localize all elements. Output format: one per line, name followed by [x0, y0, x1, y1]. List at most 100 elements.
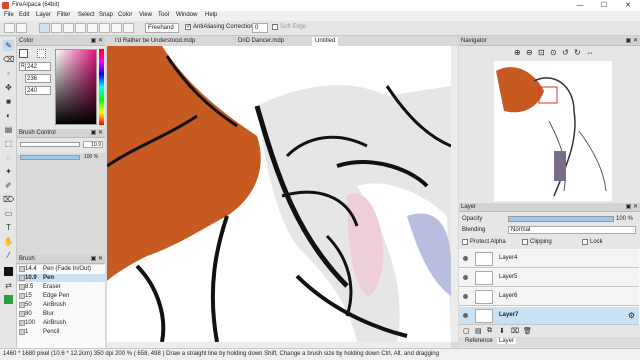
curve-icon[interactable] — [99, 23, 110, 33]
gradient-tool-icon[interactable]: ▤ — [3, 124, 14, 135]
select-pen-tool-icon[interactable]: ✐ — [3, 180, 14, 191]
menu-color[interactable]: Color — [118, 12, 132, 18]
stroke-mode-select[interactable]: Freehand — [145, 23, 179, 33]
new-layer-icon[interactable]: ▢ — [463, 327, 470, 335]
menu-edit[interactable]: Edit — [19, 12, 29, 18]
brush-item[interactable]: 80 Blur — [17, 310, 112, 318]
duplicate-layer-icon[interactable]: ⧉ — [487, 327, 492, 335]
minimize-button[interactable]: — — [568, 0, 592, 11]
brush-item[interactable]: 8.5 Eraser — [17, 283, 112, 291]
straight-line-icon[interactable] — [51, 23, 62, 33]
layer-row[interactable]: Layer6 — [459, 288, 639, 306]
tab-layer[interactable]: Layer — [497, 338, 517, 344]
navigator-preview[interactable] — [494, 61, 612, 201]
layer-row[interactable]: Layer5 — [459, 269, 639, 287]
ellipse-icon[interactable] — [75, 23, 86, 33]
fill-tool-icon[interactable]: ■ — [3, 96, 14, 107]
brush-item[interactable]: 1 Pencil — [17, 328, 112, 336]
select-tool-icon[interactable]: ⬚ — [3, 138, 14, 149]
antialias-icon[interactable] — [39, 23, 50, 33]
foreground-color-icon[interactable] — [3, 266, 14, 277]
menu-window[interactable]: Window — [176, 12, 197, 18]
layer-row[interactable]: Layer4 — [459, 250, 639, 268]
brush-size-slider[interactable] — [20, 142, 80, 147]
tab-doc-2[interactable]: DnD Dancer.mdp — [235, 37, 287, 46]
brush-item[interactable]: 100 AirBrush — [17, 319, 112, 327]
zoom-in-icon[interactable]: ⊕ — [514, 48, 521, 57]
color-r-field[interactable]: 242 — [25, 62, 51, 71]
brush-item[interactable]: 15 Edge Pen — [17, 292, 112, 300]
soft-edge-checkbox[interactable] — [272, 24, 278, 30]
zoom-out-icon[interactable]: ⊖ — [526, 48, 533, 57]
tab-reference[interactable]: Reference — [463, 338, 495, 344]
magic-wand-tool-icon[interactable]: ✦ — [3, 166, 14, 177]
move-tool-icon[interactable]: ✥ — [3, 82, 14, 93]
primary-color-swatch[interactable] — [19, 49, 28, 58]
dot-tool-icon[interactable]: ◦ — [3, 68, 14, 79]
hue-slider[interactable] — [99, 49, 104, 125]
close-button[interactable]: ✕ — [616, 0, 640, 11]
brush-size-value[interactable]: 10.9 — [83, 141, 103, 148]
lasso-tool-icon[interactable]: ◌ — [3, 152, 14, 163]
brush-mode-icon[interactable] — [4, 23, 15, 33]
menu-help[interactable]: Help — [205, 12, 217, 18]
clipping-checkbox[interactable] — [522, 239, 528, 245]
visibility-icon[interactable] — [463, 313, 468, 318]
fit-window-icon[interactable]: ⊡ — [538, 48, 545, 57]
merge-down-icon[interactable]: ⬇ — [499, 327, 505, 335]
menu-filter[interactable]: Filter — [57, 12, 70, 18]
menu-layer[interactable]: Layer — [36, 12, 51, 18]
visibility-icon[interactable] — [463, 256, 468, 261]
actual-size-icon[interactable]: ⊙ — [550, 48, 557, 57]
maximize-button[interactable]: ☐ — [592, 0, 616, 11]
text-tool-icon[interactable]: T — [3, 222, 14, 233]
pen-mode-icon[interactable] — [16, 23, 27, 33]
drawing-canvas[interactable] — [107, 46, 451, 342]
menu-view[interactable]: View — [139, 12, 152, 18]
brush-tool-icon[interactable]: ✎ — [3, 40, 14, 51]
color-b-field[interactable]: 240 — [25, 86, 51, 95]
brush-opacity-slider[interactable] — [20, 155, 80, 160]
visibility-icon[interactable] — [463, 275, 468, 280]
layer-settings-icon[interactable]: ⚙ — [628, 311, 635, 320]
rotate-left-icon[interactable]: ↺ — [562, 48, 569, 57]
canvas-vertical-scrollbar[interactable] — [451, 46, 458, 342]
blending-select[interactable]: Normal — [508, 226, 636, 234]
menu-file[interactable]: File — [4, 12, 14, 18]
layer-opacity-slider[interactable] — [508, 216, 614, 222]
new-folder-icon[interactable]: ▤ — [475, 327, 482, 335]
hand-tool-icon[interactable]: ✋ — [3, 236, 14, 247]
layer-row-selected[interactable]: Layer7 ⚙ — [459, 307, 639, 325]
menu-snap[interactable]: Snap — [99, 12, 113, 18]
color-green-icon[interactable] — [3, 294, 14, 305]
visibility-icon[interactable] — [463, 294, 468, 299]
tab-doc-1[interactable]: I'd Rather be Understood.mdp — [112, 37, 198, 46]
bucket-tool-icon[interactable]: ◐ — [3, 110, 14, 121]
rotate-right-icon[interactable]: ↻ — [574, 48, 581, 57]
bezier-icon[interactable] — [111, 23, 122, 33]
correction-select[interactable]: 0 — [252, 23, 268, 33]
tab-untitled[interactable]: Untitled — [312, 37, 339, 46]
flip-icon[interactable]: ⇔ — [586, 48, 594, 57]
divide-tool-icon[interactable]: ▭ — [3, 208, 14, 219]
select-eraser-tool-icon[interactable]: ⌦ — [3, 194, 14, 205]
rectangle-icon[interactable] — [87, 23, 98, 33]
color-saturation-square[interactable] — [55, 49, 97, 125]
transparent-color-swatch[interactable] — [37, 49, 46, 58]
color-g-field[interactable]: 236 — [25, 74, 51, 83]
lock-checkbox[interactable] — [582, 239, 588, 245]
brush-item[interactable]: 14.4 Pen (Fade In/Out) — [17, 265, 112, 273]
antialias-checkbox[interactable]: ✓ — [185, 24, 191, 30]
color-swap-icon[interactable]: ⇄ — [3, 280, 14, 291]
symmetry-icon[interactable] — [123, 23, 134, 33]
polyline-icon[interactable] — [63, 23, 74, 33]
menu-select[interactable]: Select — [78, 12, 95, 18]
clear-layer-icon[interactable]: ⌧ — [511, 327, 519, 335]
menu-tool[interactable]: Tool — [158, 12, 169, 18]
brush-item[interactable]: 50 AirBrush — [17, 301, 112, 309]
brush-item-selected[interactable]: 10.9 Pen — [17, 274, 112, 282]
protect-alpha-checkbox[interactable] — [462, 239, 468, 245]
eyedropper-tool-icon[interactable]: ⁄ — [3, 250, 14, 261]
eraser-tool-icon[interactable]: ⌫ — [3, 54, 14, 65]
delete-layer-icon[interactable]: 🗑 — [523, 327, 532, 335]
